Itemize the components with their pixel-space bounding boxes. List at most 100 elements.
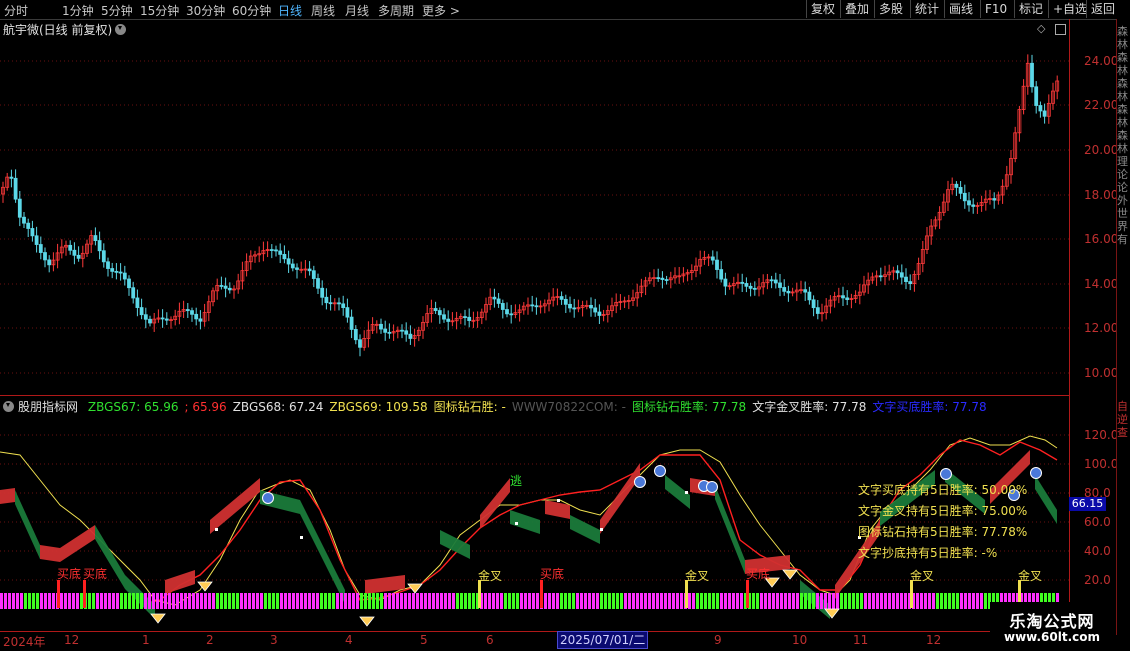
volume-bar: [896, 593, 899, 609]
volume-bar: [920, 593, 923, 609]
volume-bar: [68, 593, 71, 609]
volume-bar: [788, 593, 791, 609]
indicator-legend-item: 文字金叉胜率: 77.78: [752, 400, 867, 414]
tab-period-monthly[interactable]: 月线: [345, 2, 369, 19]
candle-body: [589, 304, 593, 309]
volume-bar: [720, 593, 723, 609]
candle-body: [198, 318, 203, 322]
indicator-name[interactable]: 股朋指标网: [18, 400, 78, 414]
candle-body: [387, 331, 392, 334]
volume-bar: [44, 593, 47, 609]
tab-period-more[interactable]: 更多 >: [422, 2, 460, 19]
diamond-icon[interactable]: ◇: [1037, 22, 1045, 35]
stat-diamond-5day: 图标钻石持有5日胜率: 77.78%: [858, 525, 1028, 539]
volume-bar: [820, 593, 823, 609]
candle-body: [324, 296, 329, 304]
indicator-ribbon: [40, 545, 60, 562]
indicator-legend-item: ZBGS67: 65.96: [87, 400, 179, 414]
golden-cross-signal: 金叉: [478, 569, 503, 583]
volume-bar: [580, 593, 583, 609]
volume-bar: [252, 593, 255, 609]
candle-body: [106, 261, 110, 269]
candle-body: [127, 278, 131, 289]
candle-body: [307, 268, 312, 272]
marker-dot: [557, 499, 560, 502]
volume-bar: [844, 593, 847, 609]
volume-bar: [8, 593, 11, 609]
restore-right-button[interactable]: 复权: [806, 0, 839, 18]
tab-period-weekly[interactable]: 周线: [311, 2, 335, 19]
candle-body: [118, 271, 123, 274]
volume-bar: [184, 593, 187, 609]
tab-period-5min[interactable]: 5分钟: [101, 2, 133, 19]
tab-period-60min[interactable]: 60分钟: [232, 2, 271, 19]
tab-period-30min[interactable]: 30分钟: [186, 2, 225, 19]
candle-body: [568, 303, 572, 309]
volume-bar: [180, 593, 183, 609]
volume-bar: [228, 593, 231, 609]
f10-button[interactable]: F10: [980, 0, 1011, 18]
candle-body: [530, 304, 535, 307]
signal-stick: [685, 580, 688, 608]
dropdown-icon[interactable]: [115, 24, 127, 35]
price-label: 22.00: [1084, 98, 1119, 112]
volume-bar: [892, 593, 895, 609]
marker-dot: [300, 536, 303, 539]
tab-period-daily[interactable]: 日线: [278, 2, 302, 19]
volume-bar: [200, 593, 203, 609]
add-watchlist-button[interactable]: +自选: [1048, 0, 1091, 18]
candle-body: [597, 311, 602, 316]
volume-bar: [484, 593, 487, 609]
marker-dot: [685, 491, 688, 494]
marker-dot: [600, 528, 603, 531]
volume-bar: [188, 593, 191, 609]
candle-body: [656, 277, 661, 280]
volume-bar: [780, 593, 783, 609]
signal-stick: [478, 580, 481, 608]
candle-body: [290, 263, 295, 269]
statistics-button[interactable]: 统计: [910, 0, 943, 18]
draw-line-button[interactable]: 画线: [944, 0, 977, 18]
tab-period-15min[interactable]: 15分钟: [140, 2, 179, 19]
mark-button[interactable]: 标记: [1014, 0, 1047, 18]
volume-bar: [112, 593, 115, 609]
volume-bar: [212, 593, 215, 609]
volume-bar: [240, 593, 243, 609]
candle-body: [282, 253, 287, 260]
volume-bar: [80, 593, 83, 609]
volume-bar: [752, 593, 755, 609]
candle-body: [223, 285, 228, 289]
stock-title[interactable]: 航宇微(日线 前复权): [3, 21, 127, 38]
volume-bar: [428, 593, 431, 609]
candle-body: [122, 272, 127, 280]
dropdown-icon[interactable]: [3, 401, 14, 412]
candle-body: [992, 198, 997, 201]
volume-bar: [632, 593, 635, 609]
volume-bar: [356, 593, 359, 609]
volume-bar: [728, 593, 731, 609]
tab-period-multi[interactable]: 多周期: [378, 2, 414, 19]
volume-bar: [724, 593, 727, 609]
escape-signal: 逃: [510, 474, 523, 488]
back-button[interactable]: 返回: [1086, 0, 1119, 18]
volume-bar: [828, 593, 831, 609]
multi-stock-button[interactable]: 多股: [874, 0, 907, 18]
tab-period-intraday[interactable]: 分时: [4, 2, 28, 19]
volume-bar: [836, 593, 839, 609]
volume-bar: [872, 593, 875, 609]
volume-bar: [100, 593, 103, 609]
volume-bar: [152, 593, 155, 609]
diamond-icon: [150, 613, 166, 624]
candle-body: [752, 287, 757, 290]
overlay-button[interactable]: 叠加: [840, 0, 873, 18]
volume-bar: [284, 593, 287, 609]
indicator-legend-item: ZBGS69: 109.58: [329, 400, 428, 414]
volume-bar: [48, 593, 51, 609]
volume-bar: [244, 593, 247, 609]
tab-period-1min[interactable]: 1分钟: [62, 2, 94, 19]
window-restore-icon[interactable]: [1055, 24, 1066, 35]
candle-body: [341, 303, 346, 309]
candle-body: [101, 250, 106, 263]
volume-bar: [868, 593, 871, 609]
candle-body: [773, 279, 778, 284]
